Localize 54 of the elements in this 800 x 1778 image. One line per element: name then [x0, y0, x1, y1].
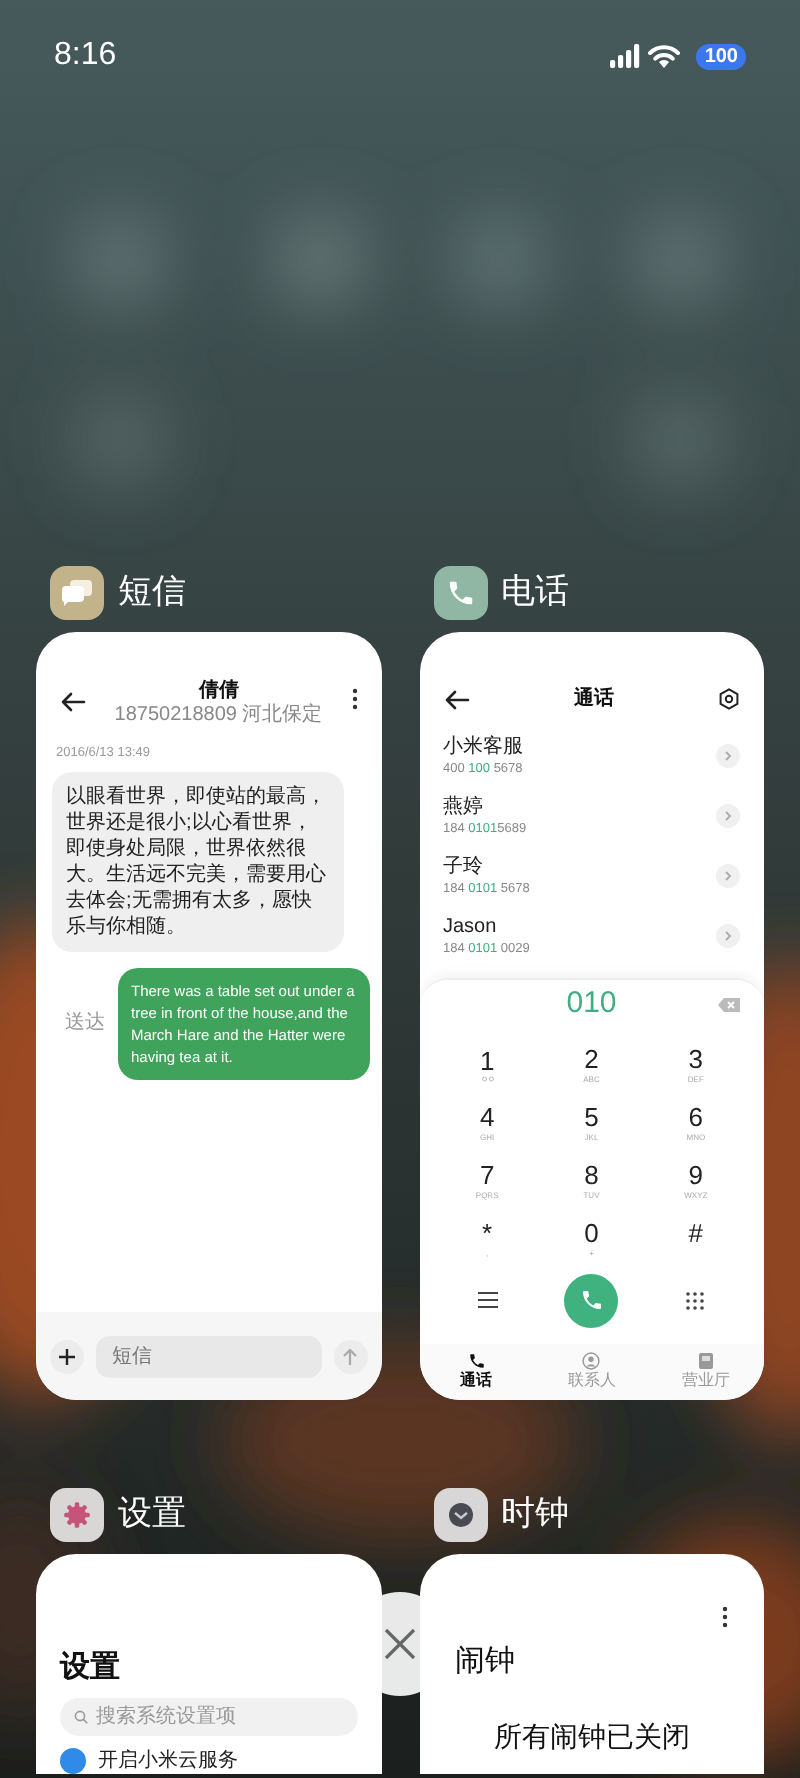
phone-icon: [579, 1288, 604, 1312]
more-icon[interactable]: [351, 688, 357, 710]
app-name: 设置: [118, 1492, 186, 1537]
menu-icon[interactable]: [477, 1292, 498, 1308]
contact-subtitle: 18750218809 河北保定: [114, 704, 323, 728]
more-icon[interactable]: [722, 1606, 728, 1628]
add-button[interactable]: [50, 1339, 84, 1373]
tab[interactable]: 通话: [419, 1344, 534, 1400]
search-icon: [74, 1710, 88, 1724]
signal-icon: [610, 44, 641, 68]
phone-icon[interactable]: [433, 565, 487, 619]
app-name: 电话: [501, 570, 569, 615]
settings-item[interactable]: 开启小米云服务: [98, 1749, 238, 1773]
settings-icon[interactable]: [718, 688, 740, 710]
phone-icon: [467, 1352, 486, 1370]
contact-name: 燕婷: [443, 795, 485, 819]
store-icon: [698, 1352, 715, 1370]
empty-message: 所有闹钟已关闭: [493, 1720, 690, 1752]
message-field[interactable]: 短信: [96, 1335, 321, 1377]
arrow-up-icon: [342, 1347, 358, 1365]
status-time: 8:16: [54, 36, 117, 76]
plus-icon: [58, 1347, 76, 1365]
contact-name: 小米客服: [443, 735, 523, 759]
screen-title: 设置: [60, 1650, 122, 1686]
app-name: 时钟: [501, 1492, 569, 1537]
wifi-icon: [648, 44, 681, 68]
person-icon: [582, 1352, 601, 1370]
chevron-icon: [724, 870, 732, 882]
chat-icon[interactable]: [50, 565, 104, 619]
screen-title: 闹钟: [455, 1644, 515, 1680]
back-icon[interactable]: [443, 689, 469, 709]
contact-name: 倩倩: [198, 680, 239, 704]
app-preview-card[interactable]: [36, 632, 381, 1400]
dial-key[interactable]: #: [643, 1210, 748, 1268]
back-icon[interactable]: [60, 692, 86, 712]
app-preview-card[interactable]: 设置 搜索系统设置项 开启小米云服务: [36, 1554, 381, 1774]
dial-key[interactable]: 1: [435, 1036, 540, 1094]
close-icon: [384, 1628, 416, 1660]
chevron-icon: [724, 810, 732, 822]
app-name: 短信: [118, 570, 186, 615]
dialed-number: 010: [566, 983, 617, 1024]
contact-name: Jason: [443, 915, 499, 939]
delivery-status: 送达: [65, 1009, 105, 1039]
received-message: 以眼看世界，即使站的最高，世界还是很小;以心看世界，即使身处局限，世界依然很大。生活远不完美，需要用心去体会;无需拥有太多，愿快乐与你相随。: [52, 771, 344, 952]
gear-icon[interactable]: [50, 1487, 104, 1541]
contact-name: 子玲: [443, 855, 485, 879]
chevron-icon: [724, 750, 732, 762]
chevron-icon: [724, 930, 732, 942]
app-preview-card[interactable]: 闹钟 所有闹钟已关闭: [419, 1554, 764, 1774]
clock-icon[interactable]: [433, 1487, 487, 1541]
screen-title: 通话: [573, 685, 614, 714]
call-button[interactable]: [564, 1273, 619, 1327]
voicemail-icon: [481, 1076, 494, 1082]
keypad-icon[interactable]: [686, 1291, 705, 1309]
